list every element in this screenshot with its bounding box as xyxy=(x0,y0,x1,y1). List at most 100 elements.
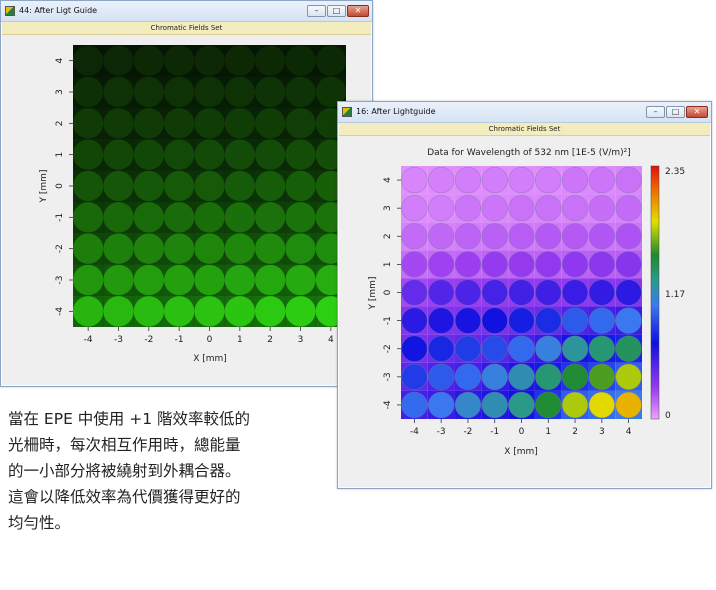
intensity-spot xyxy=(535,363,562,390)
intensity-spot xyxy=(508,363,535,390)
y-tick-label: -3 xyxy=(383,372,393,381)
intensity-spot xyxy=(508,166,535,194)
intensity-spot xyxy=(285,264,316,296)
intensity-spot xyxy=(164,45,195,76)
intensity-spot xyxy=(285,76,316,108)
x-tick-label: 0 xyxy=(519,427,525,437)
intensity-spot xyxy=(481,223,508,250)
minimize-button[interactable]: – xyxy=(646,106,665,118)
intensity-spot xyxy=(133,264,164,296)
intensity-spot xyxy=(588,363,615,390)
intensity-spot xyxy=(561,307,589,334)
maximize-button[interactable]: □ xyxy=(327,5,346,17)
intensity-spot xyxy=(535,195,562,222)
y-axis-label: Y [mm] xyxy=(39,170,49,204)
intensity-spot xyxy=(164,202,195,233)
y-tick-label: -1 xyxy=(383,316,393,325)
intensity-spot xyxy=(73,170,104,202)
intensity-spot xyxy=(454,391,482,419)
intensity-spot xyxy=(508,307,535,334)
plot-title: Data for Wavelength of 532 nm [1E-5 (V/m… xyxy=(427,148,631,158)
intensity-spot xyxy=(194,233,225,264)
plot-area: Data for Wavelength of 532 nm [1E-5 (V/m… xyxy=(339,136,710,487)
intensity-spot xyxy=(615,363,642,390)
intensity-spot xyxy=(73,296,104,327)
intensity-spot xyxy=(454,363,482,390)
intensity-spot xyxy=(73,108,104,139)
intensity-plot-2[interactable]: Data for Wavelength of 532 nm [1E-5 (V/m… xyxy=(339,136,712,489)
intensity-spot xyxy=(561,363,589,390)
intensity-spot xyxy=(428,307,455,334)
intensity-spot xyxy=(194,108,225,139)
intensity-spot xyxy=(133,202,164,233)
window-title: 16: After Lightguide xyxy=(356,107,436,116)
intensity-spot xyxy=(428,223,455,250)
x-tick-label: 0 xyxy=(207,335,213,345)
intensity-spot xyxy=(535,307,562,334)
intensity-spot xyxy=(73,139,104,170)
intensity-spot xyxy=(133,139,164,170)
intensity-spot xyxy=(285,139,316,170)
intensity-spot xyxy=(73,233,104,264)
minimize-button[interactable]: – xyxy=(307,5,326,17)
intensity-spot xyxy=(535,391,562,419)
y-tick-label: 0 xyxy=(383,289,393,295)
intensity-spot xyxy=(561,195,589,222)
close-button[interactable]: ✕ xyxy=(686,106,708,118)
intensity-spot xyxy=(588,223,615,250)
intensity-spot xyxy=(224,296,255,327)
close-button[interactable]: ✕ xyxy=(347,5,369,17)
intensity-spot xyxy=(508,251,535,278)
maximize-button[interactable]: □ xyxy=(666,106,685,118)
intensity-spot xyxy=(133,108,164,139)
intensity-spot xyxy=(588,335,615,362)
intensity-spot xyxy=(615,391,642,419)
intensity-spot xyxy=(103,45,134,76)
plot-area: -4 -3 -2 -1 0 1 2 3 4 4 3 2 1 0 -1 -2 -3 -4 X [mm] Y [mm… xyxy=(2,35,371,385)
intensity-spot xyxy=(254,202,286,233)
intensity-spot xyxy=(588,251,615,278)
intensity-spot xyxy=(103,264,134,296)
y-tick-label: -4 xyxy=(383,400,393,409)
intensity-spot xyxy=(588,391,615,419)
intensity-spot xyxy=(401,223,428,250)
intensity-spot xyxy=(254,233,286,264)
intensity-spot xyxy=(194,76,225,108)
intensity-spot xyxy=(103,108,134,139)
chromatic-fields-set-header: Chromatic Fields Set xyxy=(339,123,710,136)
intensity-spot xyxy=(285,108,316,139)
intensity-spot xyxy=(133,170,164,202)
intensity-spot xyxy=(164,108,195,139)
window-after-lightguide[interactable]: 16: After Lightguide – □ ✕ Chromatic Fie… xyxy=(337,101,712,489)
intensity-spot xyxy=(561,391,589,419)
y-tick-label: 0 xyxy=(55,183,65,189)
intensity-spot xyxy=(454,335,482,362)
intensity-spot xyxy=(285,45,316,76)
intensity-spot xyxy=(224,108,255,139)
intensity-spot xyxy=(454,195,482,222)
window-after-ligt-guide[interactable]: 44: After Ligt Guide – □ ✕ Chromatic Fie… xyxy=(0,0,373,387)
intensity-spot xyxy=(224,45,255,76)
intensity-spot xyxy=(454,223,482,250)
x-tick-label: 4 xyxy=(328,335,334,345)
window-title-bar[interactable]: 44: After Ligt Guide – □ ✕ xyxy=(1,1,372,22)
x-tick-label: 3 xyxy=(298,335,304,345)
intensity-spot xyxy=(401,335,428,362)
app-icon xyxy=(5,6,15,16)
intensity-spot xyxy=(285,233,316,264)
intensity-spot xyxy=(194,139,225,170)
colorbar-min-label: 0 xyxy=(665,411,671,421)
intensity-spot xyxy=(508,391,535,419)
intensity-spot xyxy=(315,45,347,76)
intensity-plot-1[interactable]: -4 -3 -2 -1 0 1 2 3 4 4 3 2 1 0 -1 -2 -3 -4 X [mm] Y [mm… xyxy=(2,35,373,387)
intensity-spot xyxy=(401,391,428,419)
intensity-spot xyxy=(615,166,642,194)
x-tick-label: 2 xyxy=(267,335,273,345)
intensity-spot xyxy=(561,335,589,362)
intensity-spot xyxy=(588,166,615,194)
intensity-spot xyxy=(103,139,134,170)
intensity-spot xyxy=(508,195,535,222)
intensity-spot xyxy=(454,251,482,278)
intensity-spot xyxy=(285,202,316,233)
window-title-bar[interactable]: 16: After Lightguide – □ ✕ xyxy=(338,102,711,123)
